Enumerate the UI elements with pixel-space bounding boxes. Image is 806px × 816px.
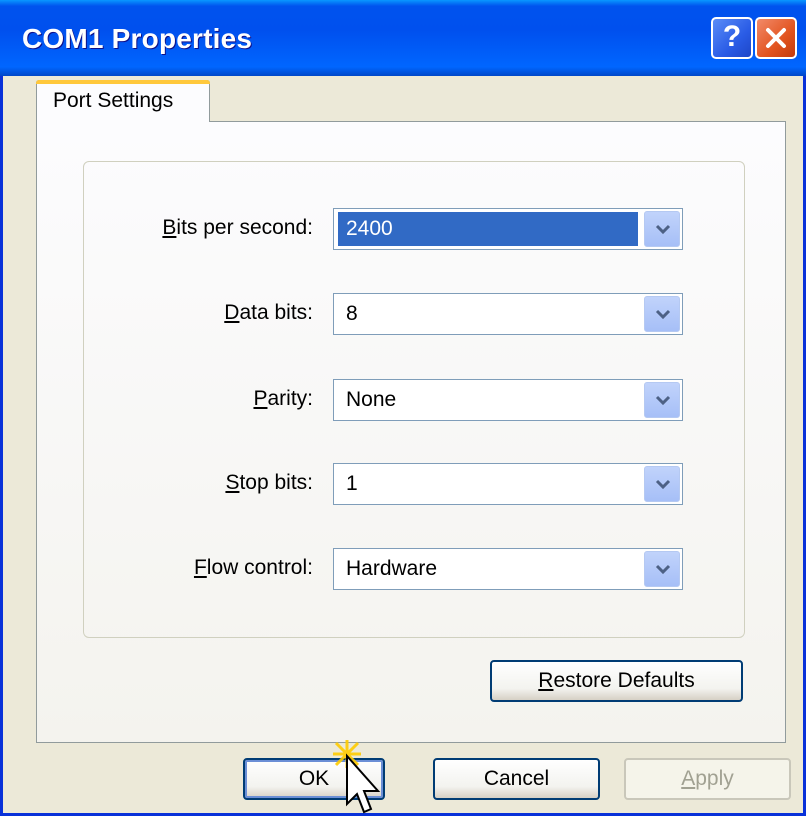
mouse-pointer-icon xyxy=(333,740,381,814)
data-bits-value: 8 xyxy=(346,302,358,325)
flow-control-select[interactable]: Hardware xyxy=(333,548,683,590)
properties-dialog: COM1 Properties ? Port Settings Bits per… xyxy=(0,0,806,816)
flow-control-label: Flow control: xyxy=(193,556,313,579)
chevron-down-icon[interactable] xyxy=(644,466,680,502)
window-title: COM1 Properties xyxy=(22,23,253,54)
stop-bits-select[interactable]: 1 xyxy=(333,463,683,505)
data-bits-select[interactable]: 8 xyxy=(333,293,683,335)
title-bar[interactable]: COM1 Properties ? xyxy=(0,0,806,76)
data-bits-label: Data bits: xyxy=(224,301,313,324)
close-icon[interactable] xyxy=(755,17,797,59)
apply-button[interactable]: Apply xyxy=(624,758,791,800)
restore-defaults-button[interactable]: Restore Defaults xyxy=(490,660,743,702)
parity-value: None xyxy=(346,388,397,411)
chevron-down-icon[interactable] xyxy=(644,551,680,587)
bits-per-second-select[interactable]: 2400 xyxy=(333,208,683,250)
bits-per-second-label: Bits per second: xyxy=(162,216,313,239)
stop-bits-value: 1 xyxy=(346,472,358,495)
bits-per-second-value: 2400 xyxy=(338,212,638,246)
chevron-down-icon[interactable] xyxy=(644,211,680,247)
parity-label: Parity: xyxy=(253,387,313,410)
tab-label: Port Settings xyxy=(53,89,174,112)
parity-select[interactable]: None xyxy=(333,379,683,421)
tab-port-settings[interactable]: Port Settings xyxy=(36,80,210,122)
help-icon[interactable]: ? xyxy=(711,17,753,59)
chevron-down-icon[interactable] xyxy=(644,382,680,418)
cancel-button[interactable]: Cancel xyxy=(433,758,600,800)
flow-control-value: Hardware xyxy=(346,557,438,580)
chevron-down-icon[interactable] xyxy=(644,296,680,332)
stop-bits-label: Stop bits: xyxy=(225,471,313,494)
